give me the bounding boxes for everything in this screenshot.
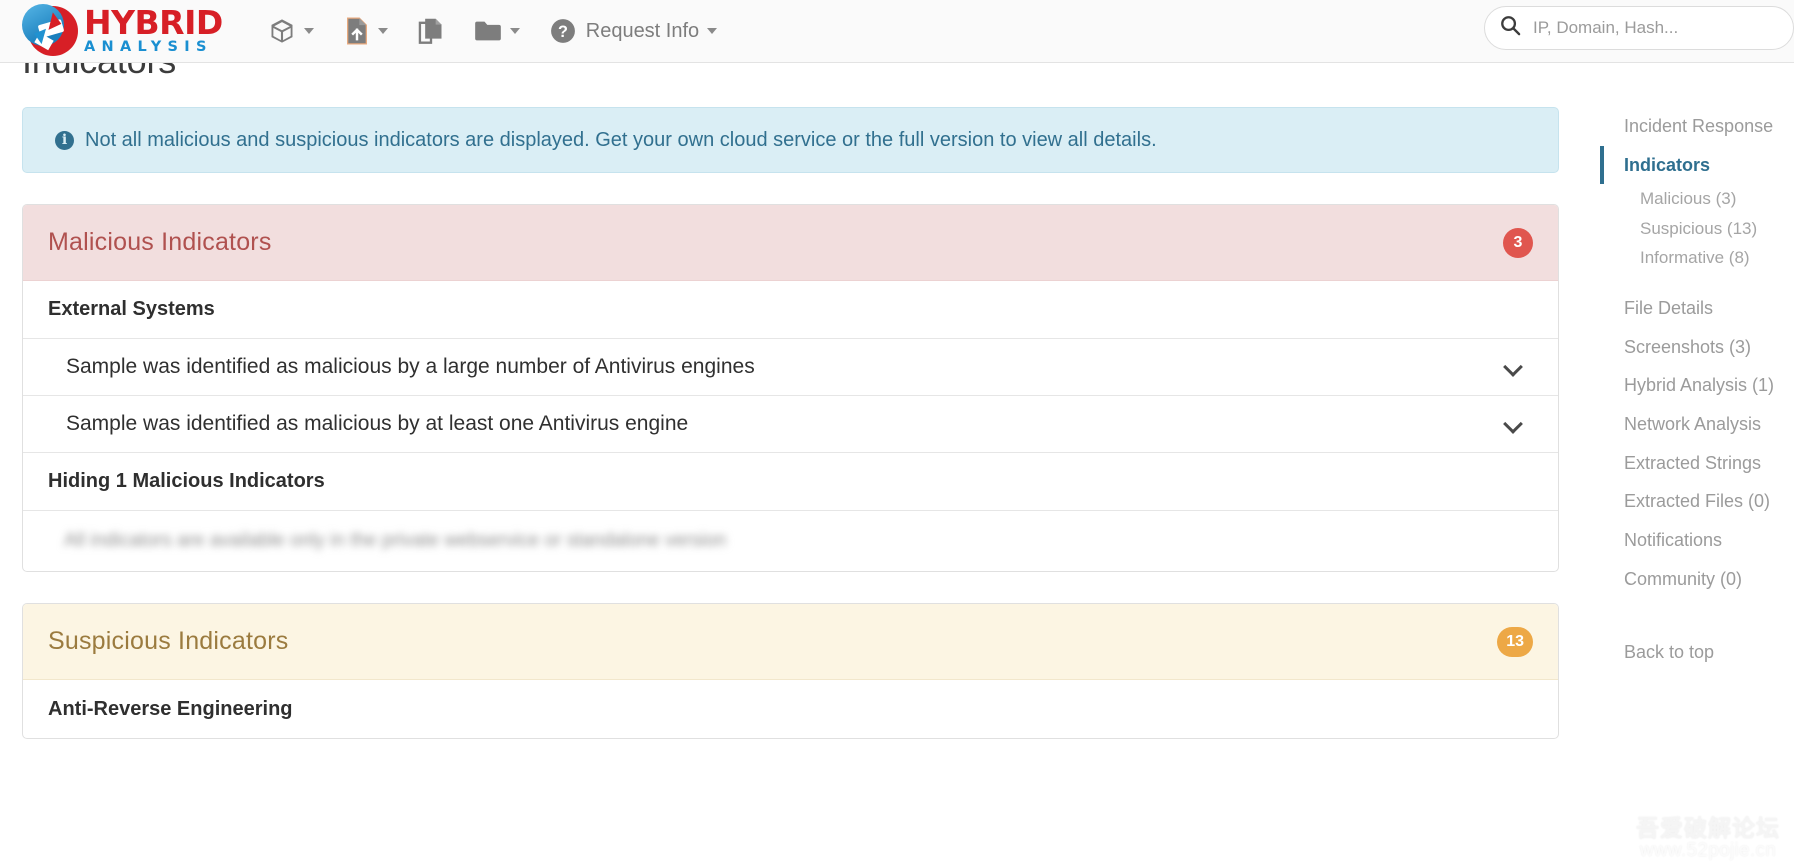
indicator-row-label: Sample was identified as malicious by a … xyxy=(66,355,755,378)
indicator-group-label: External Systems xyxy=(48,298,215,320)
sidebar-item-file-details[interactable]: File Details xyxy=(1600,289,1794,328)
nav-item-files[interactable] xyxy=(403,0,459,63)
sidebar-item-notifications[interactable]: Notifications xyxy=(1600,521,1794,560)
indicator-row[interactable]: Sample was identified as malicious by at… xyxy=(23,396,1558,453)
chevron-down-icon xyxy=(377,28,388,34)
logo-wordmark: HYBRID ANALYSIS xyxy=(84,6,223,57)
malicious-panel-header[interactable]: Malicious Indicators 3 xyxy=(23,205,1558,281)
logo-text-hybrid: HYBRID xyxy=(84,2,223,42)
info-banner-text: Not all malicious and suspicious indicat… xyxy=(85,129,1157,151)
search-box[interactable] xyxy=(1484,6,1794,50)
nav-item-list: ? Request Info xyxy=(253,0,732,63)
sidebar-item-screenshots[interactable]: Screenshots (3) xyxy=(1600,328,1794,367)
info-banner: i Not all malicious and suspicious indic… xyxy=(22,107,1559,173)
watermark-text-url: www.52pojie.cn xyxy=(1639,840,1777,862)
suspicious-indicators-panel: Suspicious Indicators 13 Anti-Reverse En… xyxy=(22,603,1559,739)
chevron-down-icon xyxy=(509,28,520,34)
indicator-group-header: Anti-Reverse Engineering xyxy=(23,680,1558,738)
logo-text-analysis: ANALYSIS xyxy=(84,38,213,55)
copy-files-icon xyxy=(418,17,444,45)
indicator-group-label: Anti-Reverse Engineering xyxy=(48,697,293,720)
cube-icon xyxy=(268,17,296,45)
site-logo[interactable]: HYBRID ANALYSIS xyxy=(22,3,223,59)
search-input[interactable] xyxy=(1531,8,1779,48)
sidebar-item-extracted-files[interactable]: Extracted Files (0) xyxy=(1600,482,1794,521)
chevron-down-icon[interactable] xyxy=(1505,415,1523,433)
sidebar-item-incident-response[interactable]: Incident Response xyxy=(1600,107,1794,146)
hidden-indicators-header: Hiding 1 Malicious Indicators xyxy=(23,453,1558,511)
back-to-top-link[interactable]: Back to top xyxy=(1600,633,1794,672)
sidebar-item-network-analysis[interactable]: Network Analysis xyxy=(1600,405,1794,444)
sidebar-item-malicious[interactable]: Malicious (3) xyxy=(1600,184,1794,214)
nav-item-request-info[interactable]: ? Request Info xyxy=(535,0,732,63)
suspicious-panel-title: Suspicious Indicators xyxy=(48,627,289,655)
search-icon xyxy=(1499,14,1522,42)
chevron-down-icon xyxy=(303,28,314,34)
nav-item-folders[interactable] xyxy=(459,0,535,63)
sidebar-item-informative[interactable]: Informative (8) xyxy=(1600,243,1794,273)
malicious-count-badge: 3 xyxy=(1503,227,1533,258)
nav-item-upload[interactable] xyxy=(329,0,403,63)
sidebar-item-extracted-strings[interactable]: Extracted Strings xyxy=(1600,444,1794,483)
malicious-panel-title: Malicious Indicators xyxy=(48,228,272,256)
suspicious-panel-header[interactable]: Suspicious Indicators 13 xyxy=(23,604,1558,680)
chevron-down-icon[interactable] xyxy=(1505,358,1523,376)
top-navigation-bar: HYBRID ANALYSIS ? Request Info IP, Domai… xyxy=(0,0,1794,63)
sidebar-item-community[interactable]: Community (0) xyxy=(1600,560,1794,599)
watermark-text-cn: 吾爱破解论坛 xyxy=(1636,815,1780,842)
indicator-row[interactable]: Sample was identified as malicious by a … xyxy=(23,339,1558,396)
main-content: i Not all malicious and suspicious indic… xyxy=(22,107,1559,739)
nav-item-submissions[interactable] xyxy=(253,0,329,63)
file-upload-icon xyxy=(344,17,370,45)
watermark: 吾爱破解论坛 www.52pojie.cn xyxy=(1636,817,1780,861)
blurred-notice-text: All indicators are available only in the… xyxy=(64,530,727,551)
sidebar-item-suspicious[interactable]: Suspicious (13) xyxy=(1600,214,1794,244)
page-container: Indicators i Not all malicious and suspi… xyxy=(0,40,1794,865)
table-of-contents-sidebar: Incident Response Indicators Malicious (… xyxy=(1600,107,1794,671)
indicator-row-label: Sample was identified as malicious by at… xyxy=(66,412,689,435)
blurred-notice-row: All indicators are available only in the… xyxy=(23,511,1558,571)
hidden-indicators-label: Hiding 1 Malicious Indicators xyxy=(48,470,325,492)
folder-icon xyxy=(474,18,502,44)
indicator-group-header: External Systems xyxy=(23,281,1558,339)
question-circle-icon: ? xyxy=(550,18,576,44)
sidebar-item-hybrid-analysis[interactable]: Hybrid Analysis (1) xyxy=(1600,366,1794,405)
svg-text:?: ? xyxy=(558,23,568,41)
chevron-down-icon xyxy=(707,28,718,34)
nav-item-request-info-label: Request Info xyxy=(585,19,700,42)
info-icon: i xyxy=(55,130,74,150)
malicious-indicators-panel: Malicious Indicators 3 External Systems … xyxy=(22,204,1559,572)
hybrid-analysis-logo-icon xyxy=(22,3,79,59)
suspicious-count-badge: 13 xyxy=(1497,626,1533,657)
sidebar-item-indicators[interactable]: Indicators xyxy=(1600,145,1794,185)
